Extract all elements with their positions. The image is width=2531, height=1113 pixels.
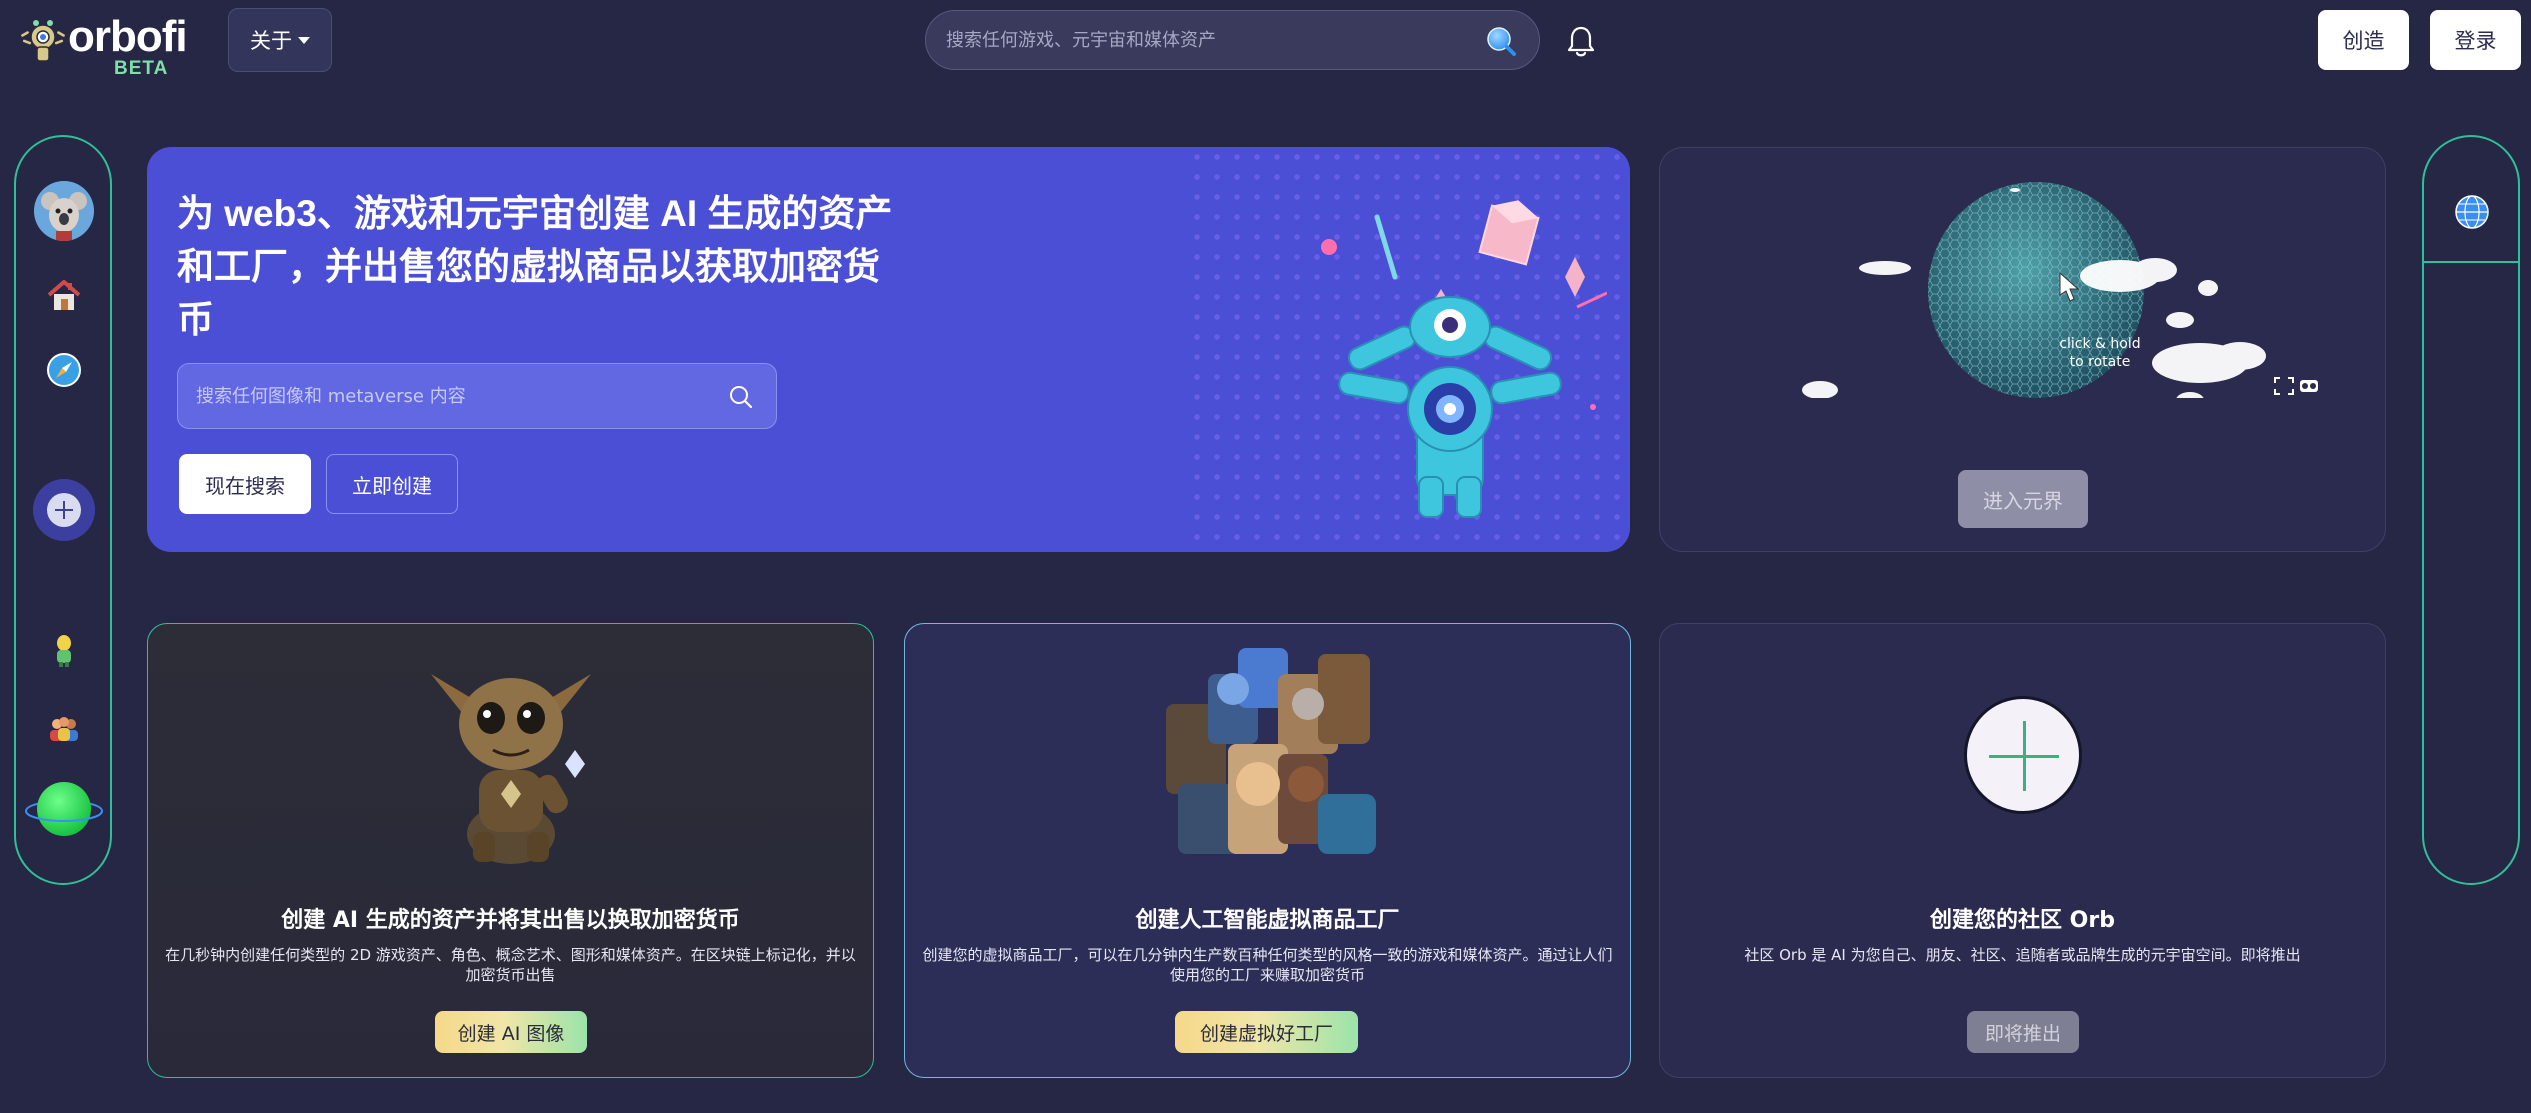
character-collage-image: [1158, 648, 1378, 864]
hero-title: 为 web3、游戏和元宇宙创建 AI 生成的资产和工厂，并出售您的虚拟商品以获取…: [177, 193, 893, 340]
compass-icon[interactable]: [45, 351, 83, 389]
rotate-hint-line2: to rotate: [2070, 354, 2131, 370]
magnifier-icon[interactable]: [728, 384, 754, 410]
community-icon[interactable]: [45, 709, 83, 747]
caret-down-icon: [298, 36, 310, 44]
card-title: 创建人工智能虚拟商品工厂: [1135, 908, 1400, 933]
card-description: 在几秒钟内创建任何类型的 2D 游戏资产、角色、概念艺术、图形和媒体资产。在区块…: [165, 946, 856, 984]
hero-search-input[interactable]: [196, 364, 696, 428]
feature-card-community-orb: 创建您的社区 Orb 社区 Orb 是 AI 为您自己、朋友、社区、追随者或品牌…: [1659, 623, 2386, 1078]
create-now-button[interactable]: 立即创建: [326, 454, 458, 514]
enter-metaverse-button[interactable]: 进入元界: [1958, 470, 2088, 528]
avatar[interactable]: [34, 181, 94, 241]
goblin-character-image: [431, 674, 591, 864]
orb-planet-icon[interactable]: [24, 777, 104, 841]
feature-card-ai-assets: 创建 AI 生成的资产并将其出售以换取加密货币 在几秒钟内创建任何类型的 2D …: [147, 623, 874, 1078]
create-factory-button[interactable]: 创建虚拟好工厂: [1175, 1011, 1358, 1053]
logo-mascot-icon: [19, 20, 67, 62]
hero-mascot-illustration: [1321, 200, 1607, 518]
global-search-input[interactable]: [946, 11, 1466, 69]
left-sidebar: [14, 135, 112, 885]
globe-icon[interactable]: [2454, 194, 2490, 230]
notification-bell-icon[interactable]: [1565, 24, 1597, 58]
character-icon[interactable]: [45, 631, 83, 669]
feature-card-goods-factory: 创建人工智能虚拟商品工厂 创建您的虚拟商品工厂，可以在几分钟内生产数百种任何类型…: [904, 623, 1631, 1078]
card-description: 创建您的虚拟商品工厂，可以在几分钟内生产数百种任何类型的风格一致的游戏和媒体资产…: [922, 946, 1613, 984]
top-bar: orbofi BETA 关于 创造 登录: [0, 0, 2531, 82]
card-description: 社区 Orb 是 AI 为您自己、朋友、社区、追随者或品牌生成的元宇宙空间。即将…: [1744, 946, 2301, 964]
about-label: 关于: [250, 29, 292, 53]
global-search-bar: [925, 10, 1540, 70]
logo-text: orbofi: [68, 12, 188, 61]
search-icon[interactable]: [1485, 25, 1517, 57]
search-now-button[interactable]: 现在搜索: [179, 454, 311, 514]
rotate-hint-line1: click & hold: [2059, 336, 2140, 352]
card-title: 创建 AI 生成的资产并将其出售以换取加密货币: [281, 908, 740, 933]
avatar-koala-icon: [34, 181, 94, 241]
create-ai-image-button[interactable]: 创建 AI 图像: [435, 1011, 587, 1053]
metaverse-preview-card: click & hold to rotate 进入元界: [1659, 147, 2386, 552]
plus-icon: [47, 493, 81, 527]
about-dropdown-button[interactable]: 关于: [228, 8, 332, 72]
create-button[interactable]: 创造: [2318, 10, 2409, 70]
sidebar-divider: [2424, 261, 2518, 263]
fullscreen-icon[interactable]: [2274, 377, 2294, 395]
vr-goggles-icon[interactable]: [2300, 380, 2318, 392]
add-circle-icon[interactable]: [1964, 696, 2082, 814]
hero-banner: 为 web3、游戏和元宇宙创建 AI 生成的资产和工厂，并出售您的虚拟商品以获取…: [147, 147, 1630, 552]
right-sidebar: [2422, 135, 2520, 885]
beta-badge: BETA: [114, 58, 169, 79]
coming-soon-button[interactable]: 即将推出: [1967, 1011, 2079, 1053]
add-orb-button[interactable]: [33, 479, 95, 541]
metaverse-globe-viewer[interactable]: click & hold to rotate: [1760, 168, 2320, 398]
card-title: 创建您的社区 Orb: [1930, 908, 2115, 933]
login-button[interactable]: 登录: [2430, 10, 2521, 70]
hero-search-bar: [177, 363, 777, 429]
orbofi-logo[interactable]: orbofi BETA: [14, 8, 194, 79]
home-icon[interactable]: [45, 277, 83, 315]
